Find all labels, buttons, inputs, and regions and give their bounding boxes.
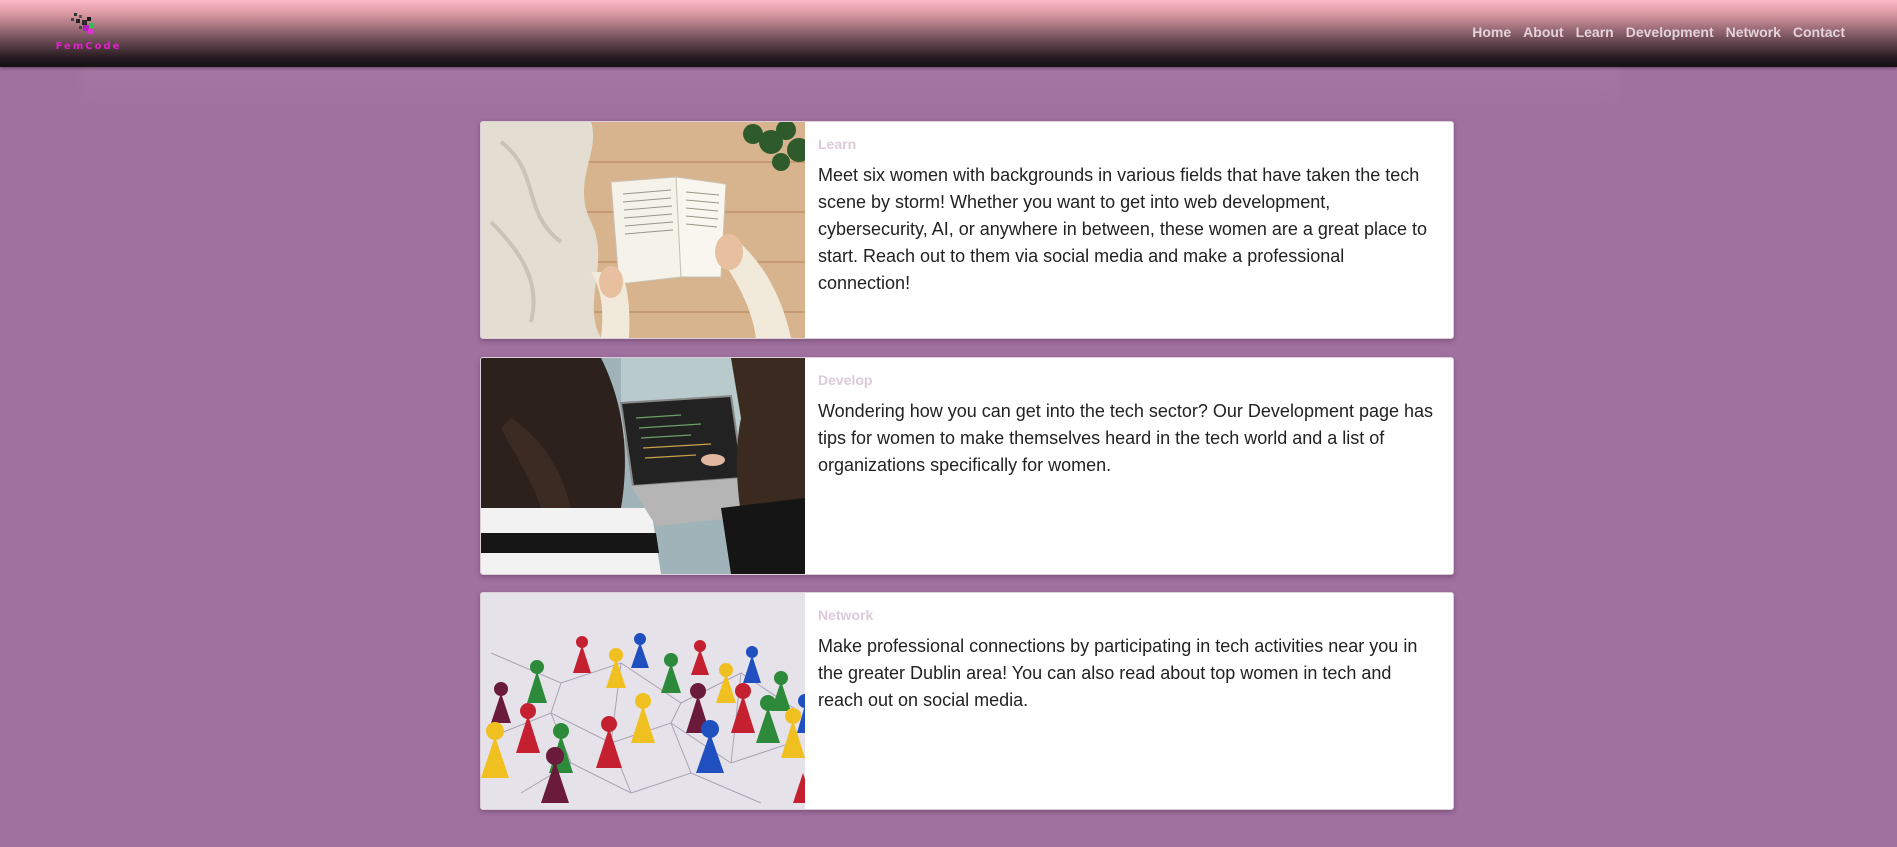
header-bar: FemCode Home About Learn Development Net… xyxy=(0,0,1897,67)
card-develop[interactable]: Develop Wondering how you can get into t… xyxy=(480,357,1454,575)
nav-development[interactable]: Development xyxy=(1626,24,1714,40)
card-category: Develop xyxy=(818,372,873,388)
site-logo[interactable]: FemCode xyxy=(46,11,131,59)
nav-contact[interactable]: Contact xyxy=(1793,24,1845,40)
connected-game-pieces-photo xyxy=(481,593,805,809)
nav-about[interactable]: About xyxy=(1523,24,1563,40)
logo-icon xyxy=(71,13,94,34)
card-network[interactable]: Network Make professional connections by… xyxy=(480,592,1454,810)
card-description: Wondering how you can get into the tech … xyxy=(818,401,1434,475)
background-texture xyxy=(80,66,1620,116)
nav-learn[interactable]: Learn xyxy=(1576,24,1614,40)
nav-network[interactable]: Network xyxy=(1726,24,1781,40)
women-at-laptop-coding-photo xyxy=(481,358,805,574)
card-category: Learn xyxy=(818,136,857,152)
card-description: Meet six women with backgrounds in vario… xyxy=(818,165,1427,293)
card-category: Network xyxy=(818,607,874,623)
logo-text: FemCode xyxy=(55,41,122,52)
woman-reading-book-photo xyxy=(481,122,805,338)
nav-home[interactable]: Home xyxy=(1472,24,1511,40)
main-nav: Home About Learn Development Network Con… xyxy=(1460,24,1845,40)
card-learn[interactable]: Learn Meet six women with backgrounds in… xyxy=(480,121,1454,339)
card-description: Make professional connections by partici… xyxy=(818,636,1418,710)
